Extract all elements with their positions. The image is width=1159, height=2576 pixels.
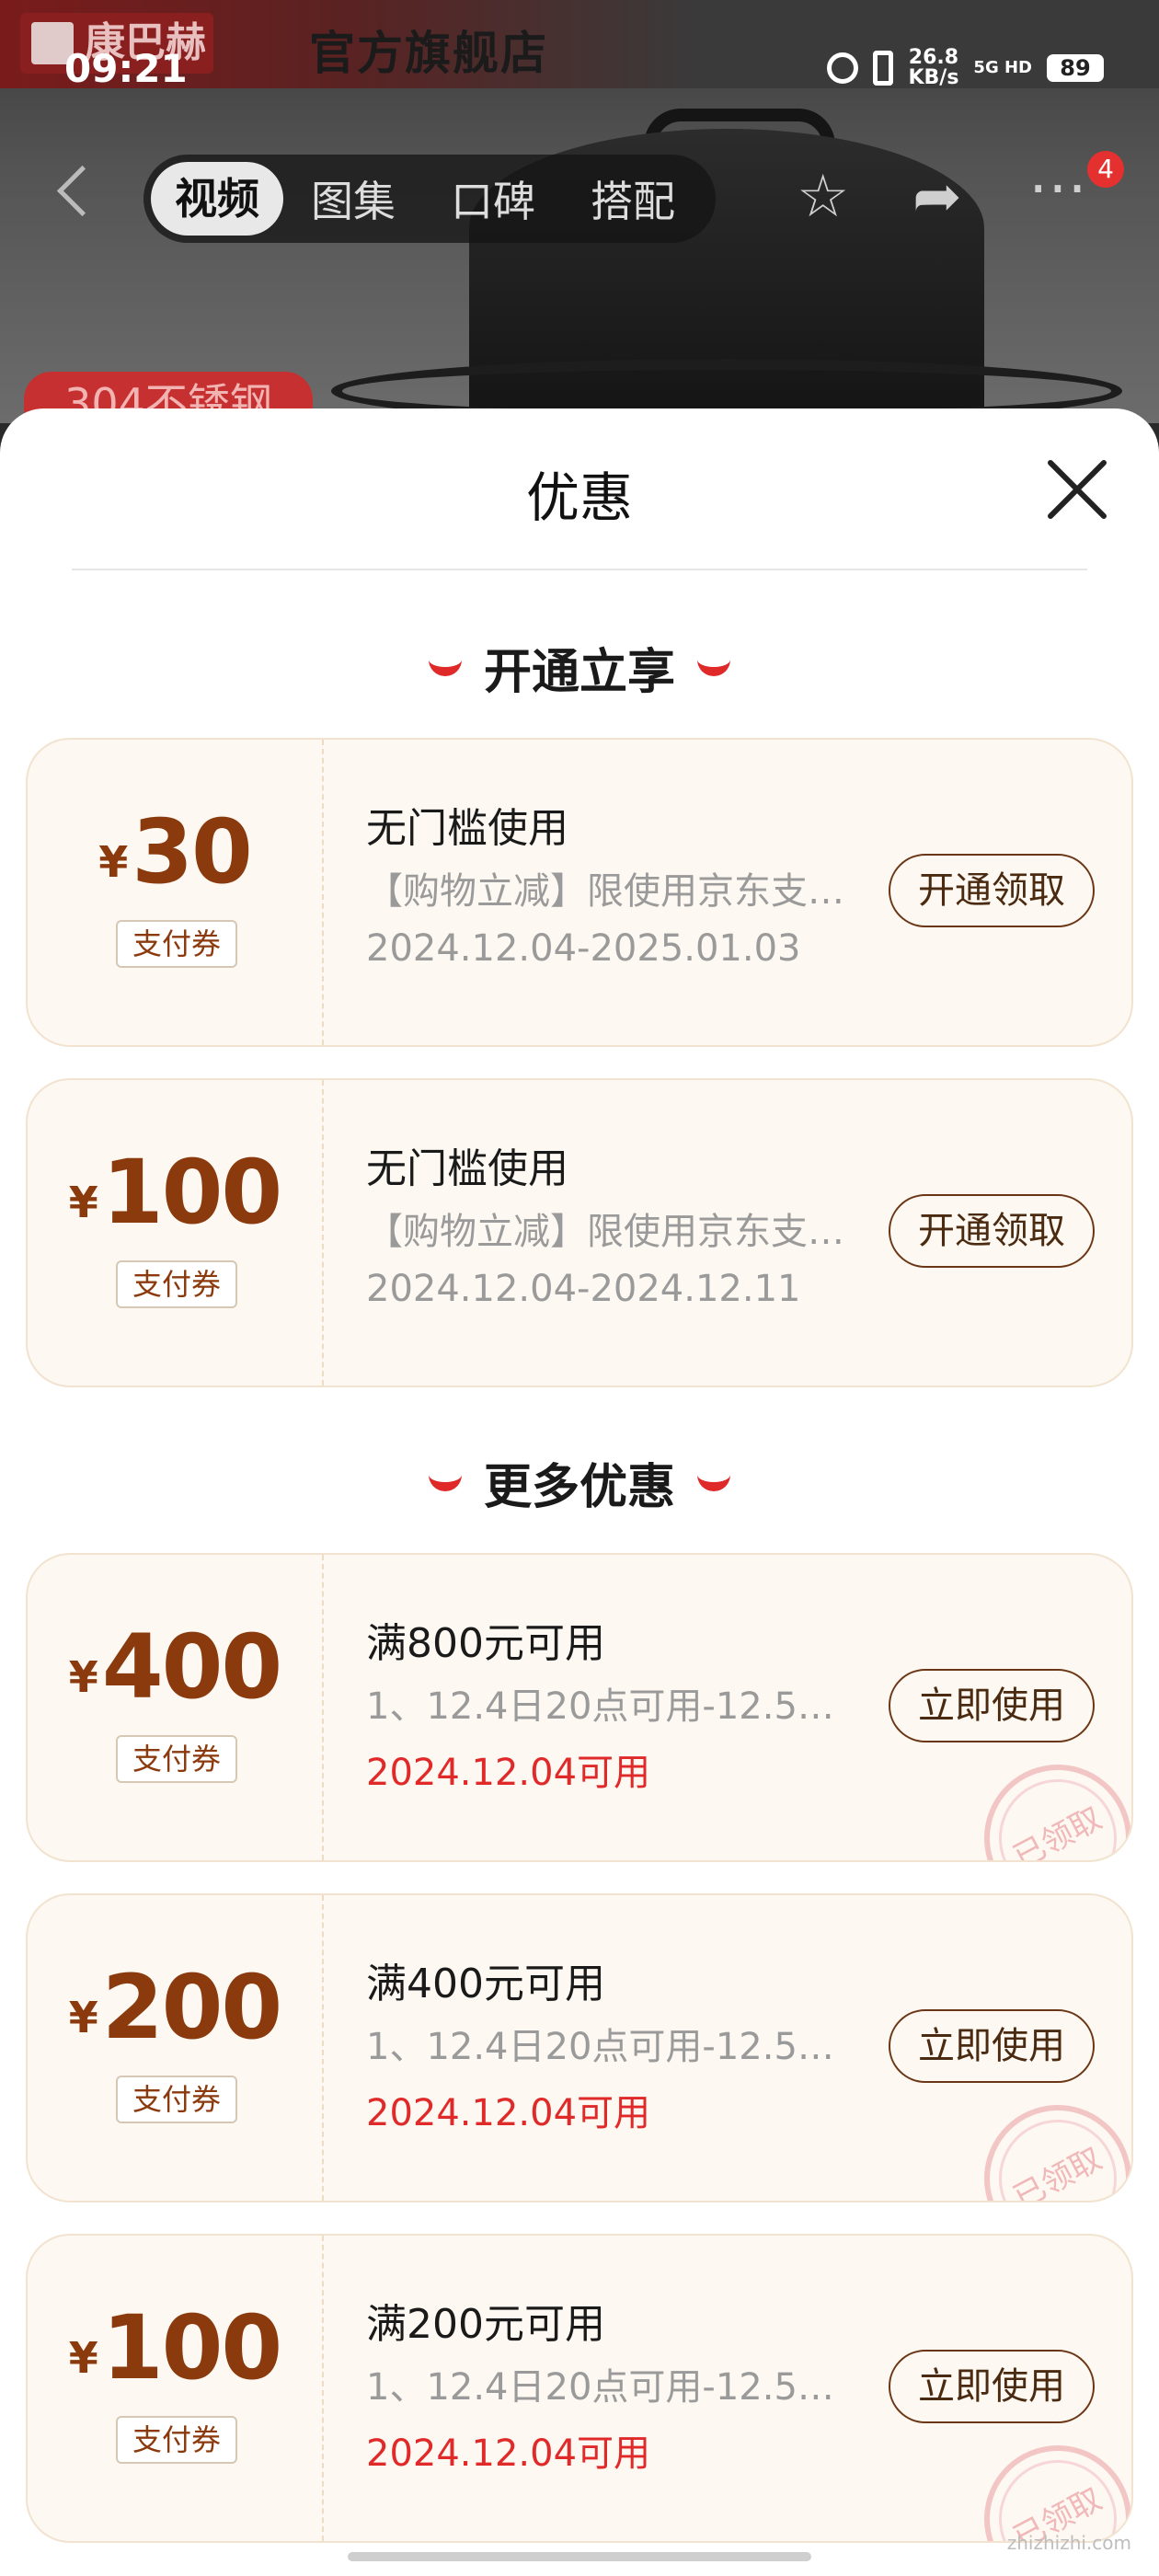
coupon-description: 【购物立减】限使用京东支… [366, 870, 844, 913]
tab-matching[interactable]: 搭配 [563, 168, 703, 229]
status-bar: 09:21 26.8 KB/s 5G HD 89 [0, 0, 1159, 91]
coupon-value: 30 [132, 800, 253, 903]
close-icon[interactable] [1045, 456, 1111, 523]
network-signal-icon: 5G HD [973, 58, 1032, 77]
section-header-open: 开通立享 [0, 633, 1159, 702]
currency-symbol: ¥ [98, 837, 129, 887]
share-icon[interactable]: ➦ [912, 167, 962, 226]
coupon-amount: ¥30 [28, 800, 322, 903]
claimed-stamp: 已领取 [958, 1738, 1131, 1860]
activate-claim-button[interactable]: 开通领取 [889, 1194, 1095, 1268]
coupon-type-tag: 支付券 [116, 920, 237, 968]
vibrate-icon [873, 51, 894, 86]
more-icon[interactable]: ⋯ [1028, 158, 1087, 217]
alarm-icon [827, 52, 859, 84]
coupon-card: ¥400 支付券 满800元可用 1、12.4日20点可用-12.5… 2024… [26, 1553, 1133, 1862]
coupon-description: 【购物立减】限使用京东支… [366, 1211, 844, 1253]
coupon-type-tag: 支付券 [116, 2416, 237, 2464]
product-navbar: 视频 图集 口碑 搭配 ☆ ➦ ⋯ 4 [0, 151, 1159, 243]
currency-symbol: ¥ [68, 1178, 98, 1227]
coupon-card: ¥30 支付券 无门槛使用 【购物立减】限使用京东支… 2024.12.04-2… [26, 738, 1133, 1047]
use-now-button[interactable]: 立即使用 [889, 2009, 1095, 2083]
coupon-title: 无门槛使用 [366, 805, 568, 852]
smile-left-icon [428, 652, 462, 676]
coupon-value: 400 [101, 1616, 282, 1719]
net-speed: 26.8 KB/s [908, 48, 958, 88]
coupon-title: 满200元可用 [366, 2301, 605, 2348]
coupon-type-tag: 支付券 [116, 1735, 237, 1783]
coupon-amount: ¥200 [28, 1956, 322, 2059]
coupon-value: 200 [101, 1956, 282, 2059]
tab-gallery[interactable]: 图集 [283, 168, 423, 229]
sheet-title: 优惠 [525, 466, 633, 529]
net-speed-value: 26.8 [908, 46, 959, 69]
coupon-amount: ¥400 [28, 1616, 322, 1719]
section-title-open: 开通立享 [483, 645, 675, 700]
home-indicator[interactable] [348, 2552, 811, 2561]
coupon-card: ¥200 支付券 满400元可用 1、12.4日20点可用-12.5… 2024… [26, 1893, 1133, 2202]
coupon-value: 100 [101, 1141, 282, 1244]
battery-icon: 89 [1047, 54, 1104, 82]
coupon-amount: ¥100 [28, 1141, 322, 1244]
currency-symbol: ¥ [68, 1993, 98, 2042]
tab-reviews[interactable]: 口碑 [423, 168, 563, 229]
coupon-validity: 2024.12.04可用 [366, 1752, 651, 1794]
divider [72, 569, 1087, 570]
use-now-button[interactable]: 立即使用 [889, 2350, 1095, 2423]
watermark: zhizhizhi.com [1006, 2532, 1131, 2554]
currency-symbol: ¥ [68, 1652, 98, 1702]
smile-left-icon [428, 1467, 462, 1491]
use-now-button[interactable]: 立即使用 [889, 1669, 1095, 1742]
claimed-stamp: 已领取 [958, 2419, 1131, 2541]
coupon-value: 100 [101, 2296, 282, 2399]
tab-video[interactable]: 视频 [151, 162, 283, 236]
favorite-star-icon[interactable]: ☆ [797, 167, 849, 226]
coupon-description: 1、12.4日20点可用-12.5… [366, 1685, 834, 1728]
claimed-stamp: 已领取 [958, 2078, 1131, 2201]
back-icon[interactable] [56, 165, 109, 217]
coupon-description: 1、12.4日20点可用-12.5… [366, 2366, 834, 2409]
coupon-type-tag: 支付券 [116, 1260, 237, 1308]
smile-right-icon [697, 1467, 730, 1491]
net-speed-unit: KB/s [908, 66, 959, 89]
coupon-validity: 2024.12.04可用 [366, 2092, 651, 2134]
status-time: 09:21 [64, 46, 188, 91]
media-tabs: 视频 图集 口碑 搭配 [143, 155, 716, 243]
coupon-title: 无门槛使用 [366, 1145, 568, 1192]
smile-right-icon [697, 652, 730, 676]
status-icons: 26.8 KB/s 5G HD 89 [827, 48, 1104, 88]
section-title-more: 更多优惠 [483, 1460, 675, 1515]
activate-claim-button[interactable]: 开通领取 [889, 854, 1095, 927]
coupon-card: ¥100 支付券 无门槛使用 【购物立减】限使用京东支… 2024.12.04-… [26, 1078, 1133, 1387]
coupon-description: 1、12.4日20点可用-12.5… [366, 2026, 834, 2068]
coupon-amount: ¥100 [28, 2296, 322, 2399]
more-badge: 4 [1087, 151, 1124, 188]
coupon-card: ¥100 支付券 满200元可用 1、12.4日20点可用-12.5… 2024… [26, 2234, 1133, 2543]
coupon-validity: 2024.12.04-2024.12.11 [366, 1268, 801, 1310]
coupon-title: 满800元可用 [366, 1620, 605, 1667]
coupon-type-tag: 支付券 [116, 2076, 237, 2123]
section-header-more: 更多优惠 [0, 1448, 1159, 1517]
coupon-validity: 2024.12.04可用 [366, 2432, 651, 2475]
coupon-title: 满400元可用 [366, 1961, 605, 2007]
offers-sheet: 优惠 开通立享 ¥30 支付券 无门槛使用 【购物立减】限使用京东支… 2024… [0, 408, 1159, 2576]
currency-symbol: ¥ [68, 2333, 98, 2383]
coupon-validity: 2024.12.04-2025.01.03 [366, 927, 801, 970]
